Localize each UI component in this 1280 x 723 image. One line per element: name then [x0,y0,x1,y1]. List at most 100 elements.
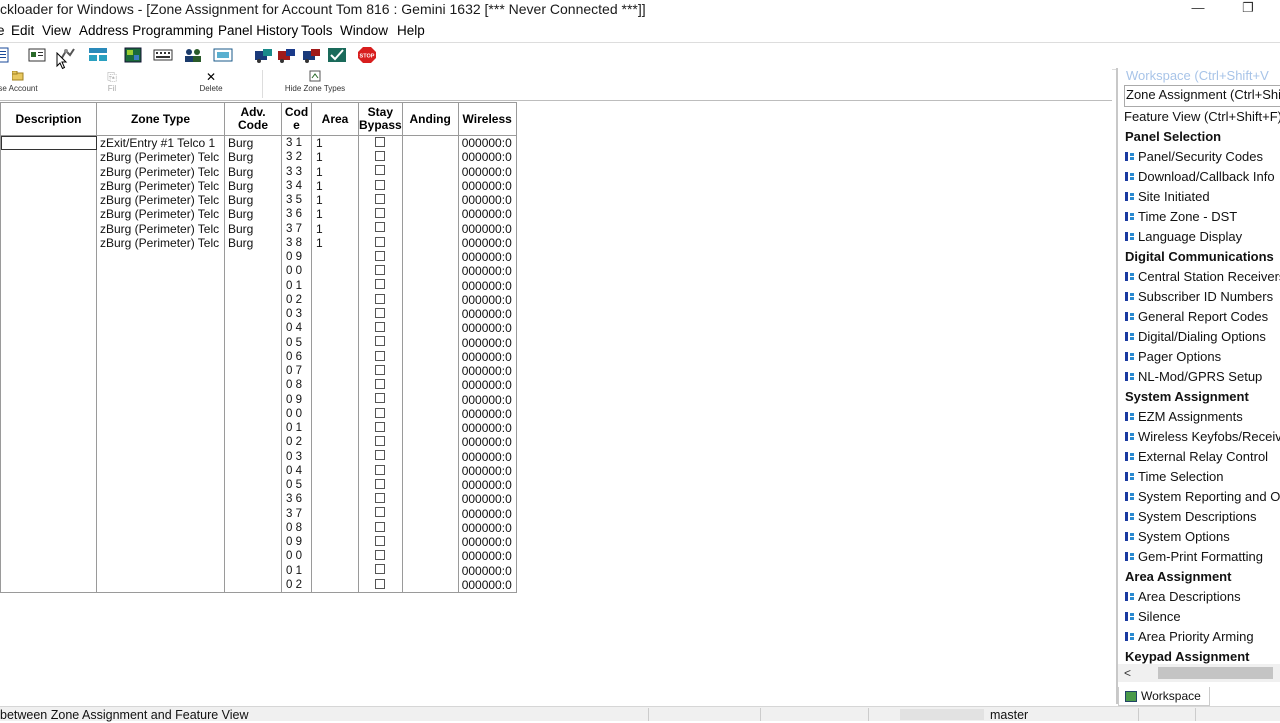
stay-bypass-checkbox[interactable] [375,322,386,333]
code-cell[interactable]: 3 8 [281,235,312,250]
code-cell[interactable]: 3 6 [281,492,312,507]
code-cell[interactable]: 0 9 [281,250,312,265]
zone-type-cell[interactable] [96,406,225,421]
anding-cell[interactable] [401,349,459,364]
stay-bypass-checkbox[interactable] [375,350,386,361]
adv-code-cell[interactable] [224,492,282,507]
code-cell[interactable]: 3 2 [281,150,312,165]
table-row[interactable]: 0 2 000000:0 [0,292,517,307]
workspace-item-time-zone-dst[interactable]: Time Zone - DST [1124,207,1280,227]
stay-bypass-cell[interactable] [358,178,403,193]
stay-bypass-cell[interactable] [358,321,403,336]
description-cell[interactable] [0,164,97,179]
wireless-cell[interactable]: 000000:0 [457,221,517,236]
zone-type-cell[interactable] [96,364,225,379]
area-cell[interactable] [311,307,359,322]
code-cell[interactable]: 0 2 [281,292,312,307]
description-cell[interactable] [0,292,97,307]
wireless-cell[interactable]: 000000:0 [457,164,517,179]
check-icon[interactable] [327,47,346,63]
stay-bypass-checkbox[interactable] [375,193,386,204]
adv-code-cell[interactable] [224,449,282,464]
table-row[interactable]: 0 7 000000:0 [0,364,517,379]
description-cell[interactable] [0,150,97,165]
account-list-icon[interactable] [28,47,46,63]
zone-type-cell[interactable] [96,250,225,265]
description-cell[interactable] [0,392,97,407]
zone-type-cell[interactable] [96,520,225,535]
stay-bypass-checkbox[interactable] [375,564,386,575]
stay-bypass-cell[interactable] [358,563,403,578]
table-row[interactable]: 0 9 000000:0 [0,535,517,550]
adv-code-cell[interactable] [224,549,282,564]
adv-code-cell[interactable] [224,335,282,350]
stay-bypass-cell[interactable] [358,506,403,521]
header-anding[interactable]: Anding [401,102,459,136]
wireless-cell[interactable]: 000000:0 [457,435,517,450]
description-cell[interactable] [0,421,97,436]
anding-cell[interactable] [401,264,459,279]
zone-type-cell[interactable]: zBurg (Perimeter) Telc [96,178,225,193]
description-cell[interactable] [0,435,97,450]
table-row[interactable]: 3 7 000000:0 [0,506,517,521]
stay-bypass-cell[interactable] [358,364,403,379]
zone-type-cell[interactable] [96,378,225,393]
anding-cell[interactable] [401,378,459,393]
anding-cell[interactable] [401,364,459,379]
stay-bypass-checkbox[interactable] [375,279,386,290]
stay-bypass-cell[interactable] [358,406,403,421]
anding-cell[interactable] [401,207,459,222]
table-row[interactable]: 0 1 000000:0 [0,563,517,578]
workspace-section-system-assignment[interactable]: System Assignment [1124,387,1280,407]
menu-edit[interactable]: Edit [11,23,34,38]
zone-type-cell[interactable] [96,392,225,407]
table-row[interactable]: 0 9 000000:0 [0,250,517,265]
zone-type-cell[interactable] [96,492,225,507]
code-cell[interactable]: 0 7 [281,364,312,379]
stay-bypass-checkbox[interactable] [375,151,386,162]
wireless-cell[interactable]: 000000:0 [457,135,517,151]
stay-bypass-cell[interactable] [358,164,403,179]
description-cell[interactable] [0,207,97,222]
anding-cell[interactable] [401,235,459,250]
workspace-item-central-station-receivers[interactable]: Central Station Receivers [1124,267,1280,287]
wireless-cell[interactable]: 000000:0 [457,292,517,307]
scroll-left-icon[interactable]: < [1124,664,1131,682]
area-cell[interactable]: 1 [311,235,359,250]
stay-bypass-checkbox[interactable] [375,578,386,589]
adv-code-cell[interactable] [224,378,282,393]
code-cell[interactable]: 0 1 [281,421,312,436]
anding-cell[interactable] [401,449,459,464]
code-cell[interactable]: 0 1 [281,278,312,293]
anding-cell[interactable] [401,535,459,550]
code-cell[interactable]: 0 1 [281,563,312,578]
description-cell[interactable] [0,549,97,564]
workspace-item-system-descriptions[interactable]: System Descriptions [1124,507,1280,527]
table-row[interactable]: zExit/Entry #1 Telco 1 Burg 3 1 1 000000:0 [0,135,517,151]
area-cell[interactable] [311,577,359,593]
table-row[interactable]: 0 2 000000:0 [0,577,517,593]
menu-window[interactable]: Window [340,23,388,38]
code-cell[interactable]: 0 5 [281,335,312,350]
area-cell[interactable]: 1 [311,193,359,208]
workspace-item-pager-options[interactable]: Pager Options [1124,347,1280,367]
wireless-cell[interactable]: 000000:0 [457,321,517,336]
area-cell[interactable] [311,292,359,307]
workspace-item-nl-mod-gprs-setup[interactable]: NL-Mod/GPRS Setup [1124,367,1280,387]
table-row[interactable]: zBurg (Perimeter) Telc Burg 3 8 1 000000:0 [0,235,517,250]
anding-cell[interactable] [401,150,459,165]
header-adv-code[interactable]: Adv. Code [224,102,282,136]
anding-cell[interactable] [401,563,459,578]
adv-code-cell[interactable] [224,321,282,336]
description-cell[interactable] [0,520,97,535]
area-cell[interactable]: 1 [311,207,359,222]
adv-code-cell[interactable] [224,250,282,265]
description-cell[interactable] [0,449,97,464]
area-cell[interactable]: 1 [311,164,359,179]
code-cell[interactable]: 0 6 [281,349,312,364]
description-cell[interactable] [0,577,97,593]
area-cell[interactable] [311,435,359,450]
workspace-tab[interactable]: Workspace [1118,687,1210,706]
stay-bypass-checkbox[interactable] [375,450,386,461]
anding-cell[interactable] [401,577,459,593]
